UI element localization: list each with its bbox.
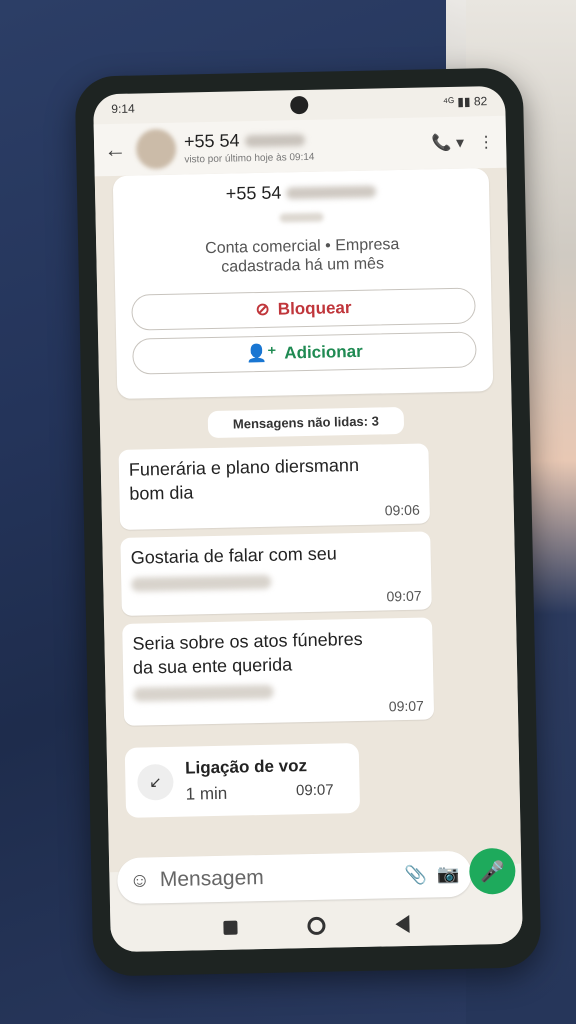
message-input[interactable]: Mensagem: [160, 863, 395, 892]
chat-area: +55 54 Conta comercial • Empresa cadastr…: [94, 167, 522, 873]
message-time: 09:07: [386, 587, 422, 605]
chat-header: ← +55 54 visto por último hoje às 09:14 …: [93, 115, 507, 177]
unread-messages-badge: Mensagens não lidas: 3: [207, 406, 405, 439]
microphone-icon: 🎤: [479, 860, 506, 883]
add-contact-button[interactable]: 👤⁺ Adicionar: [132, 331, 477, 375]
contact-name: +55 54: [184, 126, 424, 152]
message-line: bom dia: [129, 482, 194, 504]
attach-icon[interactable]: 📎: [404, 864, 427, 885]
message-bubble[interactable]: Gostaria de falar com seu 09:07: [120, 531, 432, 616]
contact-name-text: +55 54: [183, 130, 240, 152]
block-label: Bloquear: [277, 298, 352, 319]
recents-button[interactable]: [223, 920, 238, 935]
call-time: 09:07: [295, 781, 334, 800]
header-actions: 📞 ▾ ⋮: [431, 132, 498, 153]
front-camera: [290, 95, 309, 115]
missed-call-icon: ↙: [137, 763, 174, 801]
call-meta: 1 min 09:07: [185, 782, 333, 805]
more-menu-icon[interactable]: ⋮: [478, 132, 494, 152]
redacted-number: [286, 185, 377, 200]
message-line: Gostaria de falar com seu: [130, 543, 337, 568]
message-input-bar: ☺ Mensagem 📎 📷: [116, 850, 472, 905]
last-seen: visto por último hoje às 09:14: [184, 151, 315, 166]
message-text: Seria sobre os atos fúnebres da sua ente…: [132, 626, 423, 702]
system-nav-bar: [110, 899, 523, 953]
redacted-name: [279, 212, 324, 223]
message-bubble[interactable]: Funerária e plano diersmann bom dia 09:0…: [118, 443, 431, 530]
redacted-text: [133, 684, 274, 702]
message-line: da sua ente querida: [132, 654, 293, 678]
phone-screen: 9:14 ⁴ᴳ ▮▮ 82 ← +55 54 visto por último …: [92, 85, 523, 953]
add-label: Adicionar: [284, 341, 363, 363]
call-duration: 1 min: [185, 783, 228, 804]
avatar[interactable]: [135, 128, 177, 170]
call-title: Ligação de voz: [184, 756, 308, 778]
camera-icon[interactable]: 📷: [437, 863, 460, 884]
microphone-button[interactable]: 🎤: [468, 847, 516, 895]
contact-info[interactable]: +55 54 visto por último hoje às 09:14: [184, 126, 424, 165]
home-button[interactable]: [307, 916, 326, 936]
add-person-icon: 👤⁺: [245, 343, 277, 364]
redacted-number: [244, 134, 305, 148]
card-number: +55 54: [129, 178, 473, 206]
back-button[interactable]: [395, 914, 410, 934]
block-button[interactable]: ⊘ Bloquear: [131, 287, 476, 331]
message-time: 09:06: [384, 501, 420, 519]
message-bubble[interactable]: Seria sobre os atos fúnebres da sua ente…: [122, 617, 435, 726]
emoji-icon[interactable]: ☺: [129, 869, 150, 892]
call-details: Ligação de voz 1 min 09:07: [185, 756, 334, 805]
message-text: Gostaria de falar com seu: [130, 540, 421, 592]
redacted-text: [131, 574, 272, 592]
phone-frame: 9:14 ⁴ᴳ ▮▮ 82 ← +55 54 visto por último …: [74, 67, 542, 977]
card-number-text: +55 54: [225, 182, 282, 204]
message-time: 09:07: [388, 697, 425, 715]
block-icon: ⊘: [255, 299, 271, 320]
business-profile-card: +55 54 Conta comercial • Empresa cadastr…: [112, 168, 494, 399]
status-indicators: ⁴ᴳ ▮▮ 82: [442, 94, 488, 110]
business-description: Conta comercial • Empresa cadastrada há …: [130, 233, 475, 278]
phone-call-icon[interactable]: 📞 ▾: [431, 133, 465, 154]
voice-call-bubble[interactable]: ↙ Ligação de voz 1 min 09:07: [124, 742, 361, 818]
status-time: 9:14: [111, 101, 135, 117]
back-arrow-icon[interactable]: ←: [102, 137, 129, 164]
message-text: Funerária e plano diersmann bom dia: [129, 452, 420, 506]
